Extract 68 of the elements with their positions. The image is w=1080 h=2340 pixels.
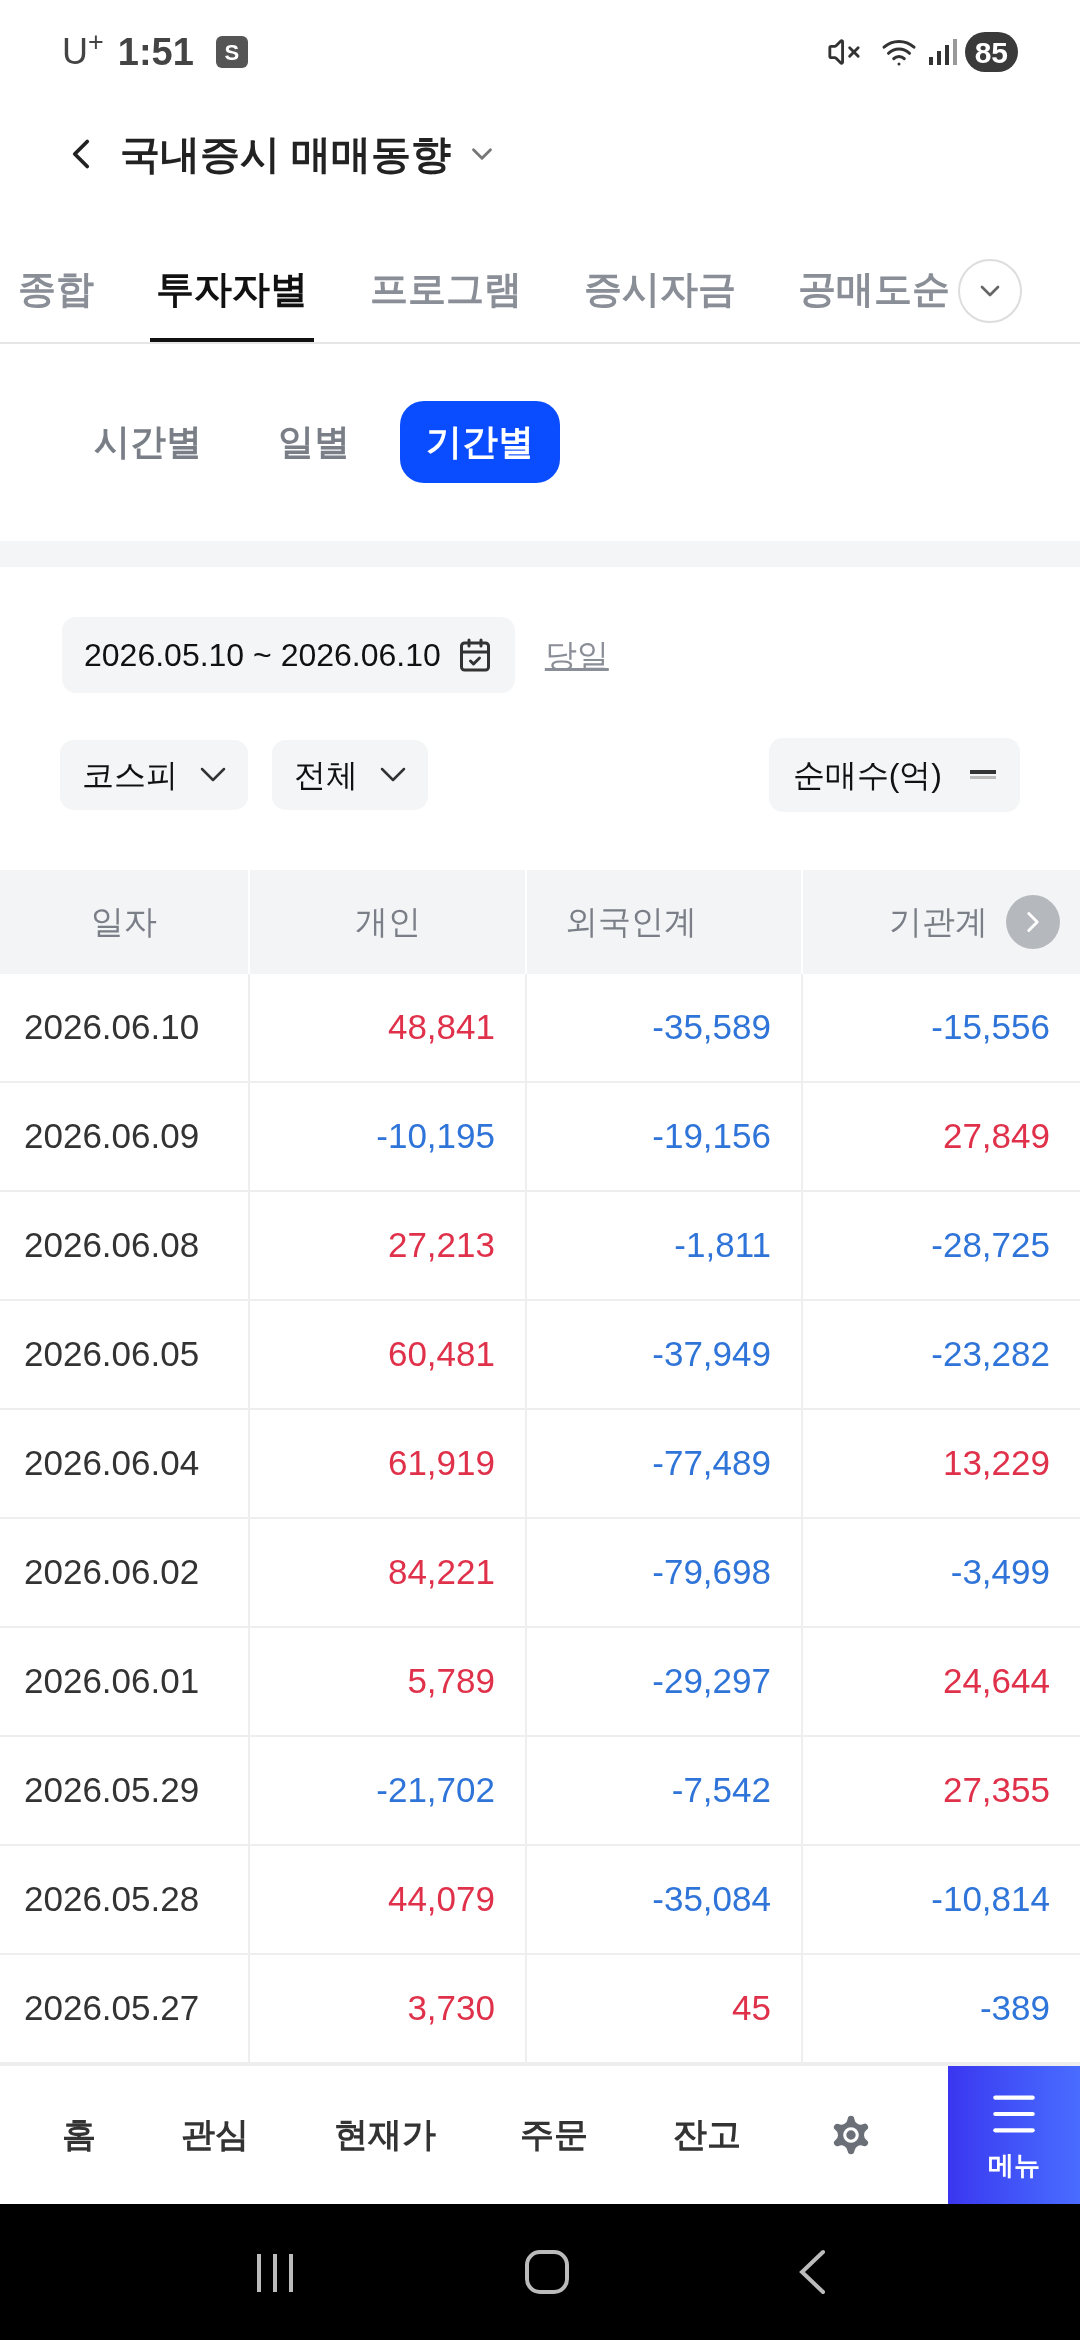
table-cell-text: 44,079 — [387, 1877, 495, 1920]
table-cell-text: -28,725 — [931, 1223, 1050, 1266]
table-cell-text: 2026.06.10 — [24, 1005, 200, 1048]
notification-icon: S — [215, 36, 248, 69]
segment-button[interactable]: 기간별 — [400, 401, 560, 484]
table-cell-text: 2026.05.29 — [24, 1768, 200, 1811]
column-header: 일자 — [91, 901, 157, 942]
table-cell-text: -10,814 — [931, 1877, 1050, 1920]
chevron-down-icon — [200, 767, 226, 783]
nav-item[interactable]: 홈 — [62, 2109, 97, 2161]
column-header: 개인 — [355, 901, 421, 942]
page-title: 국내증시 매매동향 — [120, 131, 452, 179]
date-range-field[interactable]: 2026.05.10 ~ 2026.06.10 — [62, 616, 515, 693]
table-cell-text: -10,195 — [376, 1114, 495, 1157]
table-cell-text: -23,282 — [931, 1332, 1050, 1375]
table-cell-text: 2026.05.27 — [24, 1986, 200, 2029]
table-cell-text: -77,489 — [652, 1441, 771, 1484]
table-cell-text: -1,811 — [674, 1223, 771, 1266]
table-cell-text: 2026.06.05 — [24, 1332, 200, 1375]
table-cell-text: 3,730 — [407, 1986, 495, 2029]
menu-button[interactable]: 메뉴 — [948, 2065, 1080, 2206]
table-cell-text: 45 — [732, 1986, 771, 2029]
signal-icon — [926, 37, 957, 68]
table-cell-text: 2026.06.02 — [24, 1550, 200, 1593]
table-cell-text: -35,084 — [652, 1877, 771, 1920]
table-cell-text: -389 — [979, 1986, 1050, 2029]
table-cell-text: 2026.06.04 — [24, 1441, 200, 1484]
table-cell-text: -29,297 — [652, 1659, 771, 1702]
table-cell-text: -7,542 — [671, 1768, 771, 1811]
table-cell-text: 61,919 — [387, 1441, 495, 1484]
nav-item[interactable]: 주문 — [520, 2109, 589, 2161]
nav-item[interactable]: 현재가 — [333, 2109, 436, 2161]
table-cell-text: 27,849 — [942, 1114, 1050, 1157]
table-cell-text: 60,481 — [387, 1332, 495, 1375]
toggle-icon — [970, 769, 996, 780]
unit-selector[interactable]: 순매수(억) — [768, 737, 1020, 812]
table-cell-text: -21,702 — [376, 1768, 495, 1811]
segment-button[interactable]: 시간별 — [68, 401, 228, 484]
filter-dropdown[interactable]: 코스피 — [60, 739, 248, 810]
table-cell-text: 48,841 — [387, 1005, 495, 1048]
table-cell-text: -35,589 — [652, 1005, 771, 1048]
carrier-label: U$^{+}$ — [62, 25, 104, 75]
table-cell-text: 84,221 — [387, 1550, 495, 1593]
tab[interactable]: 투자자별 — [150, 241, 314, 342]
nav-item[interactable]: 잔고 — [672, 2109, 741, 2161]
table-cell-text: -79,698 — [652, 1550, 771, 1593]
segment-button[interactable]: 일별 — [252, 401, 376, 484]
table-cell-text: 27,355 — [942, 1768, 1050, 1811]
table-cell-text: -19,156 — [652, 1114, 771, 1157]
table-cell-text: -15,556 — [931, 1005, 1050, 1048]
nav-item[interactable]: 관심 — [181, 2109, 249, 2161]
table-cell-text: 5,789 — [407, 1659, 495, 1702]
table-cell-text: -37,949 — [652, 1332, 771, 1375]
chevron-down-icon — [380, 767, 406, 783]
table-cell-text: 27,213 — [387, 1223, 495, 1266]
column-header: 외국인계 — [565, 901, 697, 942]
table-cell-text: 13,229 — [942, 1441, 1050, 1484]
battery-indicator: 85 — [964, 32, 1018, 73]
filter-dropdown[interactable]: 전체 — [272, 739, 428, 810]
column-header: 기관계 — [889, 901, 988, 942]
table-cell-text: 2026.06.01 — [24, 1659, 200, 1702]
table-cell-text: 24,644 — [942, 1659, 1050, 1702]
home-icon[interactable] — [524, 2248, 570, 2295]
table-cell-text: 2026.06.09 — [24, 1114, 200, 1157]
table-cell-text: 2026.05.28 — [24, 1877, 200, 1920]
table-cell-text: 2026.06.08 — [24, 1223, 200, 1266]
table-cell-text: -3,499 — [950, 1550, 1050, 1593]
clock: 1:51 — [117, 29, 194, 75]
